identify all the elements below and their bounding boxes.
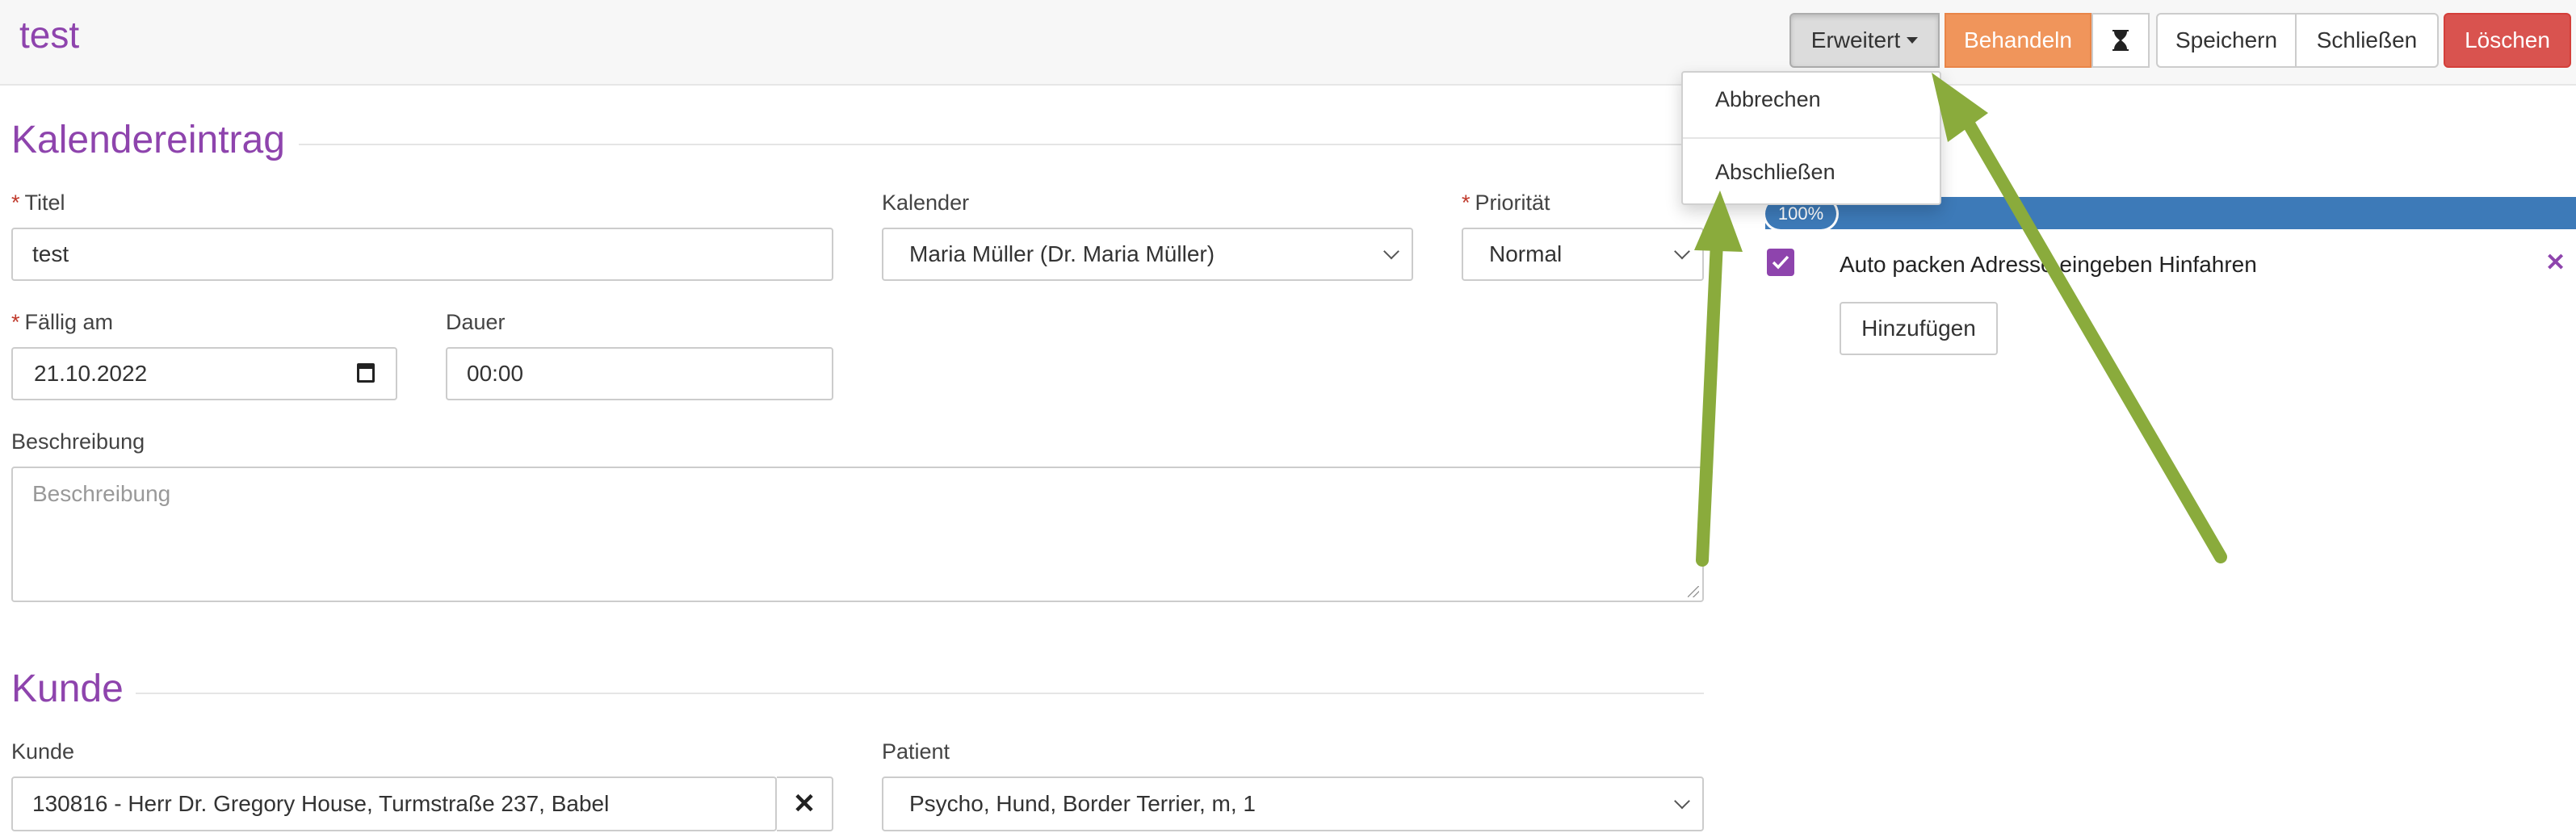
titel-value: test [32, 241, 69, 266]
patient-label: Patient [882, 739, 950, 764]
kunde-label: Kunde [11, 739, 75, 764]
kunde-value: 130816 - Herr Dr. Gregory House, Turmstr… [32, 791, 610, 816]
faellig-label-text: Fällig am [24, 310, 114, 334]
erweitert-dropdown-button[interactable]: Erweitert [1789, 13, 1940, 68]
required-marker: * [11, 190, 20, 215]
titel-label-text: Titel [24, 190, 65, 215]
section-title-kunde: Kunde [11, 668, 124, 710]
resize-handle[interactable] [1688, 586, 1699, 597]
faellig-label: * Fällig am [11, 310, 113, 335]
chevron-down-icon [1674, 793, 1690, 810]
faellig-value: 21.10.2022 [34, 361, 148, 386]
save-button[interactable]: Speichern [2156, 13, 2297, 68]
erweitert-label: Erweitert [1810, 27, 1901, 52]
section-title-kalendereintrag: Kalendereintrag [11, 119, 285, 161]
add-task-button[interactable]: Hinzufügen [1840, 302, 1998, 355]
clear-kunde-button[interactable]: ✕ [777, 776, 833, 831]
prioritaet-select[interactable]: Normal [1462, 228, 1704, 281]
annotation-arrows [1694, 73, 2227, 567]
kalender-label: Kalender [882, 190, 970, 215]
caret-down-icon [1907, 37, 1919, 44]
hourglass-icon [2112, 30, 2129, 51]
required-marker: * [1462, 190, 1471, 215]
prioritaet-label-text: Priorität [1475, 190, 1550, 215]
close-icon[interactable]: ✕ [2545, 249, 2566, 277]
task-item-text: Auto packen Adresse eingeben Hinfahren [1840, 252, 2257, 277]
clear-icon: ✕ [792, 789, 816, 819]
menu-item-abschliessen[interactable]: Abschließen [1715, 160, 1836, 185]
titel-label: * Titel [11, 190, 65, 216]
task-checkbox[interactable] [1767, 249, 1794, 276]
beschreibung-label: Beschreibung [11, 429, 145, 454]
behandeln-button[interactable]: Behandeln [1945, 13, 2091, 68]
chevron-down-icon [1674, 243, 1690, 260]
kalender-value: Maria Müller (Dr. Maria Müller) [909, 241, 1215, 266]
required-marker: * [11, 310, 20, 334]
chevron-down-icon [1383, 243, 1399, 260]
dauer-value: 00:00 [467, 361, 524, 386]
beschreibung-textarea[interactable]: Beschreibung [11, 467, 1704, 602]
hourglass-button[interactable] [2091, 13, 2150, 68]
kalender-select[interactable]: Maria Müller (Dr. Maria Müller) [882, 228, 1413, 281]
check-icon [1772, 255, 1789, 270]
faellig-date-input[interactable]: 21.10.2022 [11, 347, 397, 400]
kunde-input[interactable]: 130816 - Herr Dr. Gregory House, Turmstr… [11, 776, 777, 831]
calendar-icon[interactable] [357, 363, 375, 383]
patient-value: Psycho, Hund, Border Terrier, m, 1 [909, 791, 1256, 816]
prioritaet-value: Normal [1489, 241, 1563, 266]
page-title: test [19, 14, 80, 56]
erweitert-dropdown-menu: Abbrechen Abschließen [1681, 71, 1941, 205]
dauer-input[interactable]: 00:00 [446, 347, 833, 400]
prioritaet-label: * Priorität [1462, 190, 1550, 216]
menu-divider [1683, 137, 1940, 139]
patient-select[interactable]: Psycho, Hund, Border Terrier, m, 1 [882, 776, 1704, 831]
section-divider [136, 693, 1704, 694]
beschreibung-placeholder: Beschreibung [32, 481, 171, 506]
section-divider [299, 144, 1704, 145]
delete-button[interactable]: Löschen [2444, 13, 2571, 68]
top-bar: test Erweitert Behandeln Speichern Schli… [0, 0, 2576, 86]
close-button[interactable]: Schließen [2297, 13, 2439, 68]
titel-input[interactable]: test [11, 228, 833, 281]
menu-item-abbrechen[interactable]: Abbrechen [1715, 87, 1821, 112]
dauer-label: Dauer [446, 310, 506, 334]
